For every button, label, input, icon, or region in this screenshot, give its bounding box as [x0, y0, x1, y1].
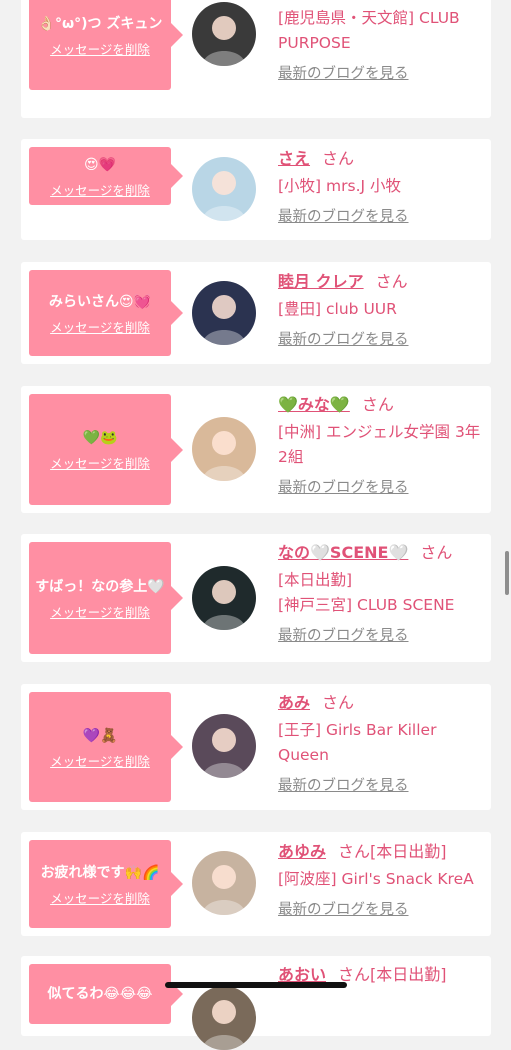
- message-text: 😍💗: [83, 156, 117, 173]
- cast-name-link[interactable]: さえ: [278, 149, 310, 168]
- latest-blog-link[interactable]: 最新のブログを見る: [278, 898, 409, 919]
- message-bubble: 💚🐸 メッセージを削除: [29, 394, 183, 505]
- cast-info: 彩芽さん [鹿児島県・天文館] CLUB PURPOSE 最新のブログを見る: [278, 0, 483, 83]
- delete-message-link[interactable]: メッセージを削除: [50, 453, 150, 472]
- cast-name-link[interactable]: なの🤍SCENE🤍: [278, 543, 408, 562]
- cast-info: 睦月 クレア さん [豊田] club UUR 最新のブログを見る: [278, 271, 483, 349]
- delete-message-link[interactable]: メッセージを削除: [50, 751, 150, 770]
- message-text: お疲れ様です🙌🌈: [40, 864, 160, 881]
- name-line: さえ さん: [278, 148, 483, 170]
- avatar[interactable]: [192, 566, 256, 630]
- avatar[interactable]: [192, 281, 256, 345]
- name-line: 彩芽さん: [278, 0, 483, 2]
- home-indicator: [165, 982, 347, 988]
- latest-blog-link[interactable]: 最新のブログを見る: [278, 328, 409, 349]
- scrollbar[interactable]: [505, 551, 509, 595]
- message-text: 💚🐸: [82, 430, 118, 446]
- message-bubble: みらいさん😍💓 メッセージを削除: [29, 270, 183, 356]
- shop-label: [鹿児島県・天文館] CLUB PURPOSE: [278, 9, 460, 52]
- shop-label: [小牧] mrs.J 小牧: [278, 177, 401, 195]
- cast-name-link[interactable]: あみ: [278, 693, 310, 712]
- message-card: 💚🐸 メッセージを削除 💚みな💚 さん [中洲] エンジェル女学園 3年2組最新のブログ…: [21, 386, 491, 513]
- shop-label: [神戸三宮] CLUB SCENE: [278, 596, 455, 614]
- delete-message-link[interactable]: メッセージを削除: [50, 317, 150, 336]
- message-card: お疲れ様です🙌🌈 メッセージを削除 あゆみ さん[本日出勤] [阿波座] Girl's …: [21, 832, 491, 936]
- cast-info: 💚みな💚 さん [中洲] エンジェル女学園 3年2組最新のブログを見る: [278, 394, 483, 497]
- message-card: 似てるわ😂😂😂 あおい さん[本日出勤]: [21, 956, 491, 1050]
- message-text: すばっ！なの参上🤍: [35, 578, 165, 595]
- cast-info: なの🤍SCENE🤍 さん [本日出勤] [神戸三宮] CLUB SCENE 最新のブログ…: [278, 542, 483, 645]
- delete-message-link[interactable]: メッセージを削除: [50, 888, 150, 907]
- message-bubble: 👌🏻°ω°)つ ズキュン メッセージを削除: [29, 0, 183, 90]
- message-bubble: 似てるわ😂😂😂: [29, 964, 183, 1024]
- delete-message-link[interactable]: メッセージを削除: [50, 602, 150, 621]
- message-bubble: お疲れ様です🙌🌈 メッセージを削除: [29, 840, 183, 928]
- name-line: なの🤍SCENE🤍 さん: [278, 542, 483, 564]
- honorific: さん: [338, 842, 371, 861]
- shop-label: [王子] Girls Bar Killer Queen: [278, 721, 437, 764]
- avatar[interactable]: [192, 157, 256, 221]
- message-card: 😍💗 メッセージを削除 さえ さん [小牧] mrs.J 小牧 最新のブログを見る: [21, 139, 491, 240]
- message-text: 💜🧸: [82, 727, 118, 744]
- honorific: さん: [420, 543, 453, 562]
- message-text: みらいさん😍💓: [48, 293, 152, 310]
- latest-blog-link[interactable]: 最新のブログを見る: [278, 62, 409, 83]
- name-line: 睦月 クレア さん: [278, 271, 483, 293]
- attendance-status: [本日出勤]: [370, 842, 447, 861]
- avatar[interactable]: [192, 417, 256, 481]
- cast-name-link[interactable]: 睦月 クレア: [278, 272, 364, 291]
- message-bubble: 😍💗 メッセージを削除: [29, 147, 183, 205]
- message-text: 👌🏻°ω°)つ ズキュン: [37, 15, 163, 32]
- message-card: みらいさん😍💓 メッセージを削除 睦月 クレア さん [豊田] club UUR 最新のブ…: [21, 262, 491, 364]
- shop-label: [本日出勤]: [278, 571, 353, 589]
- honorific: さん: [322, 693, 355, 712]
- delete-message-link[interactable]: メッセージを削除: [50, 180, 150, 199]
- latest-blog-link[interactable]: 最新のブログを見る: [278, 624, 409, 645]
- message-card: 💜🧸 メッセージを削除 あみ さん [王子] Girls Bar Killer Quee…: [21, 684, 491, 810]
- shop-label: [中洲] エンジェル女学園 3年2組: [278, 423, 481, 466]
- cast-info: あみ さん [王子] Girls Bar Killer Queen 最新のブログを見る: [278, 692, 483, 795]
- cast-name-link[interactable]: 💚みな💚: [278, 395, 350, 414]
- latest-blog-link[interactable]: 最新のブログを見る: [278, 205, 409, 226]
- shop-label: [阿波座] Girl's Snack KreA: [278, 870, 474, 888]
- shop-label: [豊田] club UUR: [278, 300, 397, 318]
- avatar[interactable]: [192, 2, 256, 66]
- delete-message-link[interactable]: メッセージを削除: [50, 39, 150, 58]
- attendance-status: [本日出勤]: [370, 965, 447, 984]
- name-line: あみ さん: [278, 692, 483, 714]
- honorific: さん: [361, 395, 394, 414]
- message-card: 👌🏻°ω°)つ ズキュンメッセージを削除 彩芽さん [鹿児島県・天文館] CLUB …: [21, 0, 491, 118]
- cast-name-link[interactable]: あゆみ: [278, 842, 326, 861]
- message-bubble: 💜🧸 メッセージを削除: [29, 692, 183, 802]
- message-card: すばっ！なの参上🤍 メッセージを削除 なの🤍SCENE🤍 さん [本日出勤] [神戸三宮]…: [21, 534, 491, 662]
- avatar[interactable]: [192, 851, 256, 915]
- message-text: 似てるわ😂😂😂: [47, 986, 153, 1002]
- cast-info: あゆみ さん[本日出勤] [阿波座] Girl's Snack KreA 最新のブログ…: [278, 841, 483, 919]
- message-bubble: すばっ！なの参上🤍 メッセージを削除: [29, 542, 183, 654]
- honorific: さん: [375, 272, 408, 291]
- latest-blog-link[interactable]: 最新のブログを見る: [278, 774, 409, 795]
- name-line: 💚みな💚 さん: [278, 394, 483, 416]
- avatar[interactable]: [192, 714, 256, 778]
- name-line: あゆみ さん[本日出勤]: [278, 841, 483, 863]
- cast-info: さえ さん [小牧] mrs.J 小牧 最新のブログを見る: [278, 148, 483, 226]
- latest-blog-link[interactable]: 最新のブログを見る: [278, 476, 409, 497]
- avatar[interactable]: [192, 986, 256, 1050]
- honorific: さん: [322, 149, 355, 168]
